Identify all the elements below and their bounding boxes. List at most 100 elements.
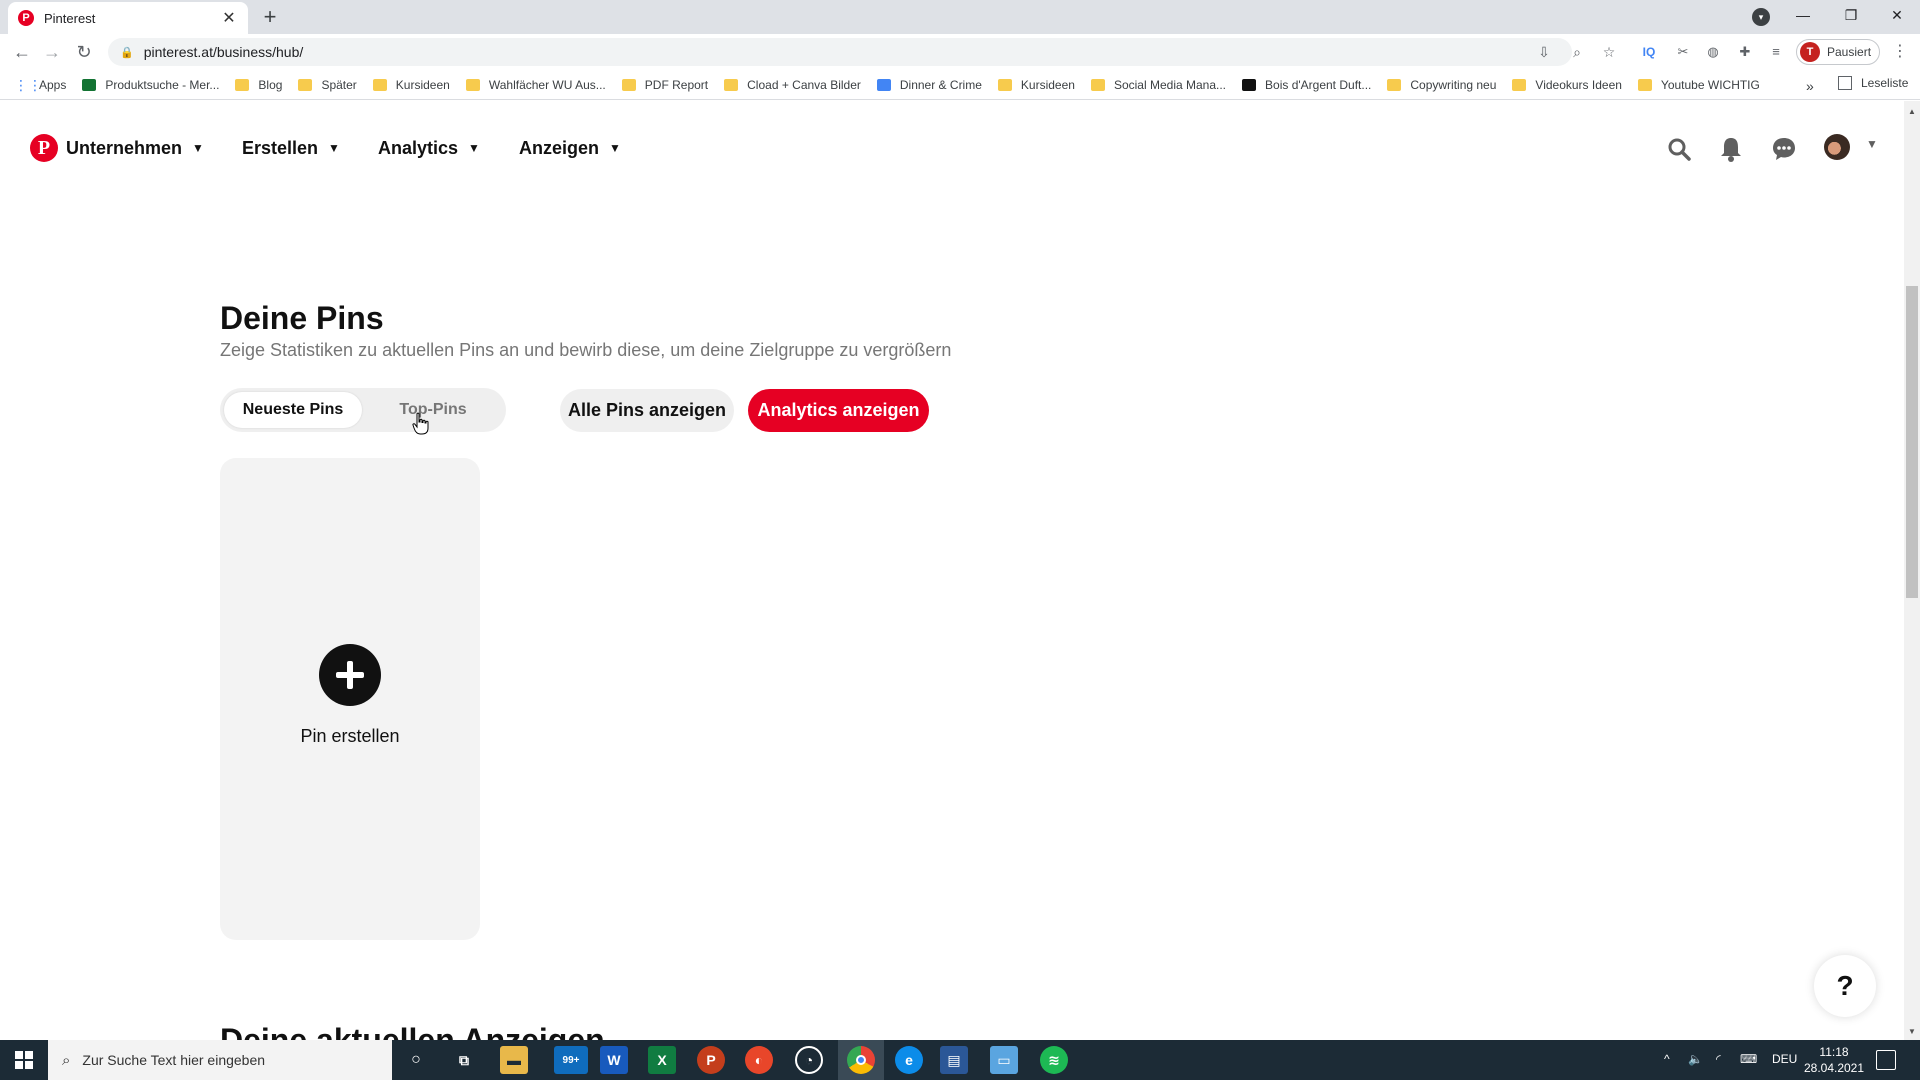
folder-icon bbox=[1512, 78, 1527, 91]
scroll-down-icon[interactable]: ▼ bbox=[1904, 1024, 1920, 1040]
bookmark-item[interactable]: Youtube WICHTIG bbox=[1637, 78, 1760, 92]
tab-close-icon[interactable]: ✕ bbox=[220, 8, 238, 28]
extension-iq-icon[interactable]: IQ bbox=[1638, 41, 1660, 63]
view-analytics-button[interactable]: Analytics anzeigen bbox=[748, 389, 929, 432]
bookmark-item[interactable]: Wahlfächer WU Aus... bbox=[465, 78, 606, 92]
nav-unternehmen[interactable]: Unternehmen ▼ bbox=[66, 134, 204, 162]
browser-profile-button[interactable]: T Pausiert bbox=[1796, 39, 1880, 65]
volume-icon[interactable]: 🔈 bbox=[1688, 1052, 1703, 1066]
folder-icon bbox=[621, 78, 636, 91]
tray-chevron-up-icon[interactable]: ^ bbox=[1664, 1052, 1670, 1066]
bell-icon[interactable] bbox=[1716, 134, 1746, 164]
create-pin-label: Pin erstellen bbox=[300, 726, 400, 746]
bookmark-star-icon[interactable]: ☆ bbox=[1599, 42, 1619, 62]
bookmark-item[interactable]: Cload + Canva Bilder bbox=[724, 78, 861, 92]
forward-arrow-icon[interactable]: → bbox=[40, 40, 64, 64]
folder-icon bbox=[465, 78, 480, 91]
language-indicator[interactable]: DEU bbox=[1772, 1052, 1797, 1066]
view-all-pins-button[interactable]: Alle Pins anzeigen bbox=[560, 389, 734, 432]
search-icon[interactable] bbox=[1664, 134, 1694, 164]
edge-icon[interactable]: e bbox=[895, 1046, 923, 1074]
bookmark-item[interactable]: Produktsuche - Mer... bbox=[82, 78, 219, 92]
address-bar[interactable]: 🔒 pinterest.at/business/hub/ bbox=[108, 38, 1572, 66]
folder-icon bbox=[997, 78, 1012, 91]
tab-top-pins[interactable]: Top-Pins bbox=[364, 392, 502, 428]
site-favicon-icon bbox=[876, 78, 891, 91]
chrome-icon[interactable] bbox=[847, 1046, 875, 1074]
install-icon[interactable]: ⇩ bbox=[1534, 42, 1554, 62]
browser-tabstrip bbox=[0, 0, 1920, 34]
minimize-icon[interactable]: — bbox=[1780, 0, 1826, 30]
new-tab-button[interactable]: + bbox=[258, 5, 282, 29]
app-icon[interactable]: ◐ bbox=[745, 1046, 773, 1074]
bookmark-item[interactable]: Kursideen bbox=[372, 78, 450, 92]
help-button[interactable]: ? bbox=[1814, 955, 1876, 1017]
task-view-icon[interactable]: ⧉ bbox=[450, 1046, 478, 1074]
nav-erstellen[interactable]: Erstellen ▼ bbox=[242, 134, 340, 162]
mail-icon[interactable]: 99+ bbox=[554, 1046, 588, 1074]
keyboard-icon[interactable]: ⌨ bbox=[1740, 1052, 1757, 1066]
notepad-icon[interactable]: ▭ bbox=[990, 1046, 1018, 1074]
tab-neueste-pins[interactable]: Neueste Pins bbox=[224, 392, 362, 428]
bookmark-item[interactable]: Blog bbox=[235, 78, 282, 92]
windows-start-icon[interactable] bbox=[0, 1040, 48, 1080]
taskbar-search-box[interactable]: ⌕ Zur Suche Text hier eingeben bbox=[48, 1040, 392, 1080]
nav-analytics[interactable]: Analytics ▼ bbox=[378, 134, 480, 162]
bookmark-apps[interactable]: ⋮⋮ Apps bbox=[14, 77, 66, 93]
bookmark-item[interactable]: Copywriting neu bbox=[1387, 78, 1496, 92]
reading-list-button[interactable]: Leseliste bbox=[1838, 76, 1908, 90]
pinterest-logo-icon[interactable]: P bbox=[30, 134, 58, 162]
powerpoint-icon[interactable]: P bbox=[697, 1046, 725, 1074]
hand-cursor-icon bbox=[412, 412, 430, 441]
nav-anzeigen[interactable]: Anzeigen ▼ bbox=[519, 134, 621, 162]
obs-icon[interactable]: ◔ bbox=[795, 1046, 823, 1074]
messages-icon[interactable] bbox=[1769, 134, 1799, 164]
browser-tab-pinterest[interactable]: P Pinterest ✕ bbox=[8, 2, 248, 34]
reading-list-icon bbox=[1838, 76, 1852, 90]
zoom-icon[interactable]: ⌕ bbox=[1567, 42, 1587, 62]
network-icon[interactable]: ◜ bbox=[1716, 1052, 1721, 1066]
site-favicon-icon bbox=[82, 78, 97, 91]
app-window-icon[interactable]: ▤ bbox=[940, 1046, 968, 1074]
chevron-down-icon: ▼ bbox=[609, 141, 621, 155]
bookmark-item[interactable]: Kursideen bbox=[997, 78, 1075, 92]
extension-globe-icon[interactable]: ◍ bbox=[1702, 41, 1724, 63]
browser-menu-icon[interactable]: ⋮ bbox=[1892, 41, 1908, 63]
user-avatar[interactable] bbox=[1824, 134, 1850, 160]
media-queue-icon[interactable]: ≡ bbox=[1765, 41, 1787, 63]
reload-icon[interactable]: ↻ bbox=[72, 40, 96, 64]
excel-icon[interactable]: X bbox=[648, 1046, 676, 1074]
folder-icon bbox=[298, 78, 313, 91]
restore-icon[interactable]: ❐ bbox=[1828, 0, 1874, 30]
bookmark-item[interactable]: Später bbox=[298, 78, 357, 92]
spotify-icon[interactable]: ≋ bbox=[1040, 1046, 1068, 1074]
scrollbar-thumb[interactable] bbox=[1906, 286, 1918, 598]
bookmark-item[interactable]: Social Media Mana... bbox=[1090, 78, 1226, 92]
tab-title: Pinterest bbox=[44, 10, 96, 26]
folder-icon bbox=[372, 78, 387, 91]
scroll-up-icon[interactable]: ▲ bbox=[1904, 104, 1920, 120]
bookmark-item[interactable]: Bois d'Argent Duft... bbox=[1242, 78, 1371, 92]
cortana-icon[interactable]: ○ bbox=[402, 1046, 430, 1074]
bookmark-item[interactable]: PDF Report bbox=[621, 78, 708, 92]
extensions-puzzle-icon[interactable]: ✚ bbox=[1734, 41, 1756, 63]
chevron-down-icon: ▼ bbox=[328, 141, 340, 155]
bookmark-item[interactable]: Videokurs Ideen bbox=[1512, 78, 1622, 92]
bookmarks-overflow-button[interactable]: » bbox=[1806, 78, 1814, 94]
address-url[interactable]: pinterest.at/business/hub/ bbox=[144, 44, 304, 60]
account-chevron-down-icon[interactable]: ▼ bbox=[1866, 137, 1878, 151]
bookmark-item[interactable]: Dinner & Crime bbox=[876, 78, 982, 92]
tab-search-icon[interactable]: ▾ bbox=[1752, 8, 1770, 26]
file-explorer-icon[interactable]: ▬ bbox=[500, 1046, 528, 1074]
word-icon[interactable]: W bbox=[600, 1046, 628, 1074]
back-arrow-icon[interactable]: ← bbox=[10, 40, 34, 64]
notification-center-icon[interactable] bbox=[1876, 1050, 1896, 1070]
extension-tag-icon[interactable]: ✂ bbox=[1672, 41, 1694, 63]
page-title: Deine Pins bbox=[220, 300, 384, 336]
plus-icon[interactable] bbox=[319, 644, 381, 706]
chevron-down-icon: ▼ bbox=[192, 141, 204, 155]
site-favicon-icon bbox=[1242, 78, 1257, 91]
bookmarks-bar: ⋮⋮ Apps Produktsuche - Mer... Blog Später… bbox=[0, 70, 1920, 100]
taskbar-clock[interactable]: 11:18 28.04.2021 bbox=[1800, 1044, 1868, 1076]
window-close-icon[interactable]: ✕ bbox=[1874, 0, 1920, 30]
